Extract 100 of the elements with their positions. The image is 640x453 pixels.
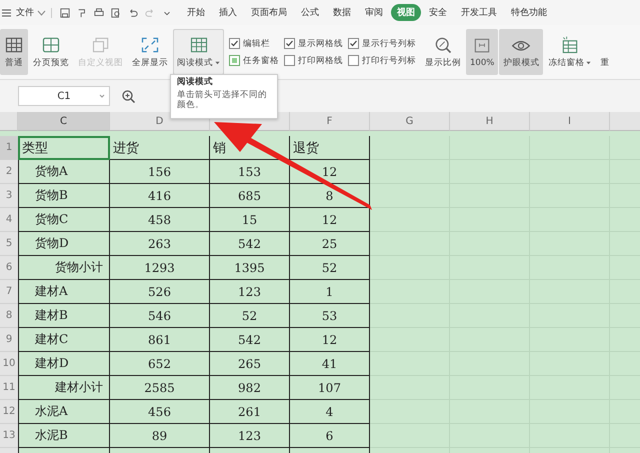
table-cell: 123 (210, 424, 290, 448)
print-icon[interactable] (94, 8, 104, 18)
menu-tab[interactable]: 开始 (181, 4, 211, 21)
row-number[interactable]: 12 (0, 400, 18, 424)
view-button[interactable]: 显示比例 (421, 29, 465, 75)
menu-tab[interactable]: 开发工具 (455, 4, 503, 21)
table-cell: 建材A (18, 280, 110, 304)
column-header[interactable]: F (290, 112, 370, 131)
checkbox[interactable]: 打印行号列标 (348, 54, 416, 66)
table-cell: 货物D (18, 232, 110, 256)
table-cell: 类型 (18, 136, 110, 160)
menu-tab[interactable]: 审阅 (359, 4, 389, 21)
table-cell: 89 (110, 424, 210, 448)
zoom-icon[interactable] (122, 90, 135, 102)
row-number[interactable]: 9 (0, 328, 18, 352)
column-header[interactable]: I (530, 112, 610, 131)
table-cell: 261 (210, 400, 290, 424)
table-cell: 货物B (18, 184, 110, 208)
row-number[interactable]: 13 (0, 424, 18, 448)
table-cell: 建材B (18, 304, 110, 328)
row-number[interactable]: 7 (0, 280, 18, 304)
tooltip-title: 阅读模式 (177, 78, 214, 88)
view-button[interactable]: 阅读模式 (173, 29, 224, 75)
table-cell: 2585 (110, 376, 210, 400)
print-preview-icon[interactable] (111, 8, 121, 18)
row-number[interactable]: 5 (0, 232, 18, 256)
checkbox-box[interactable] (348, 38, 359, 49)
table-cell: 进货 (110, 136, 210, 160)
checkbox-box[interactable] (229, 55, 240, 66)
table-cell: 542 (210, 328, 290, 352)
view-button[interactable]: 全屏显示 (128, 29, 172, 75)
table-cell: 458 (110, 208, 210, 232)
checkbox-box[interactable] (229, 38, 240, 49)
table-cell: 货物C (18, 208, 110, 232)
table-cell: 4 (290, 400, 370, 424)
table-cell: 265 (210, 352, 290, 376)
menu-icon[interactable] (2, 8, 11, 16)
table-cell: 542 (210, 232, 290, 256)
checkbox-box[interactable] (348, 55, 359, 66)
menu-tab[interactable]: 插入 (213, 4, 243, 21)
undo-icon[interactable] (128, 8, 138, 18)
row-number[interactable]: 8 (0, 304, 18, 328)
row-number[interactable]: 3 (0, 184, 18, 208)
table-cell: 建材小计 (18, 376, 110, 400)
table-cell: 12 (290, 208, 370, 232)
column-header[interactable]: C (18, 112, 110, 131)
table-cell: 861 (110, 328, 210, 352)
table-cell: 107 (290, 376, 370, 400)
name-box[interactable]: C1 (18, 86, 110, 106)
table-cell: 416 (110, 184, 210, 208)
checkbox-box[interactable] (284, 38, 295, 49)
view-button[interactable]: 分页预览 (29, 29, 73, 75)
view-button[interactable]: 护眼模式 (499, 29, 544, 75)
menu-tab[interactable]: 公式 (295, 4, 325, 21)
menu-tab[interactable]: 特色功能 (505, 4, 553, 21)
menu-tab[interactable]: 视图 (391, 4, 421, 21)
view-button[interactable]: 重 (596, 29, 614, 75)
split-grid-icon (41, 35, 61, 55)
table-cell: 退货 (290, 136, 370, 160)
row-number[interactable]: 6 (0, 256, 18, 280)
table-cell: 25 (290, 232, 370, 256)
checkbox[interactable]: 显示网格线 (284, 38, 343, 50)
table-cell: 156 (110, 160, 210, 184)
table-cell: 水泥B (18, 424, 110, 448)
view-button[interactable]: 冻结窗格 (544, 29, 596, 75)
table-cell: 526 (110, 280, 210, 304)
column-header[interactable]: H (450, 112, 530, 131)
table-cell: 456 (110, 400, 210, 424)
menu-tab[interactable]: 页面布局 (245, 4, 293, 21)
checkbox[interactable]: 任务窗格 (229, 54, 279, 66)
file-menu[interactable]: 文件 (11, 6, 51, 19)
redo-icon (145, 8, 155, 18)
checkbox-box[interactable] (284, 55, 295, 66)
checkbox[interactable]: 编辑栏 (229, 38, 279, 50)
row-number[interactable]: 10 (0, 352, 18, 376)
table-cell: 建材C (18, 328, 110, 352)
table-cell: 982 (210, 376, 290, 400)
view-button[interactable]: 100% (466, 29, 498, 75)
table-cell: 建材D (18, 352, 110, 376)
corner-cell[interactable] (0, 112, 18, 131)
table-cell: 1395 (210, 256, 290, 280)
row-number[interactable]: 2 (0, 160, 18, 184)
view-button[interactable]: 普通 (0, 29, 28, 75)
table-cell: 12 (290, 328, 370, 352)
column-header[interactable]: G (370, 112, 450, 131)
save-icon[interactable] (60, 8, 70, 18)
checkbox[interactable]: 显示行号列标 (348, 38, 416, 50)
menu-tab[interactable]: 安全 (423, 4, 453, 21)
table-cell: 1293 (110, 256, 210, 280)
table-cell: 123 (210, 280, 290, 304)
fullscreen-icon (140, 35, 160, 55)
checkbox[interactable]: 打印网格线 (284, 54, 343, 66)
row-number[interactable]: 4 (0, 208, 18, 232)
table-cell: 685 (210, 184, 290, 208)
table-cell: 货物A (18, 160, 110, 184)
row-number[interactable]: 11 (0, 376, 18, 400)
table-cell: 货物小计 (18, 256, 110, 280)
stacked-windows-icon (90, 35, 110, 55)
table-cell: 6 (290, 424, 370, 448)
menu-tab[interactable]: 数据 (327, 4, 357, 21)
